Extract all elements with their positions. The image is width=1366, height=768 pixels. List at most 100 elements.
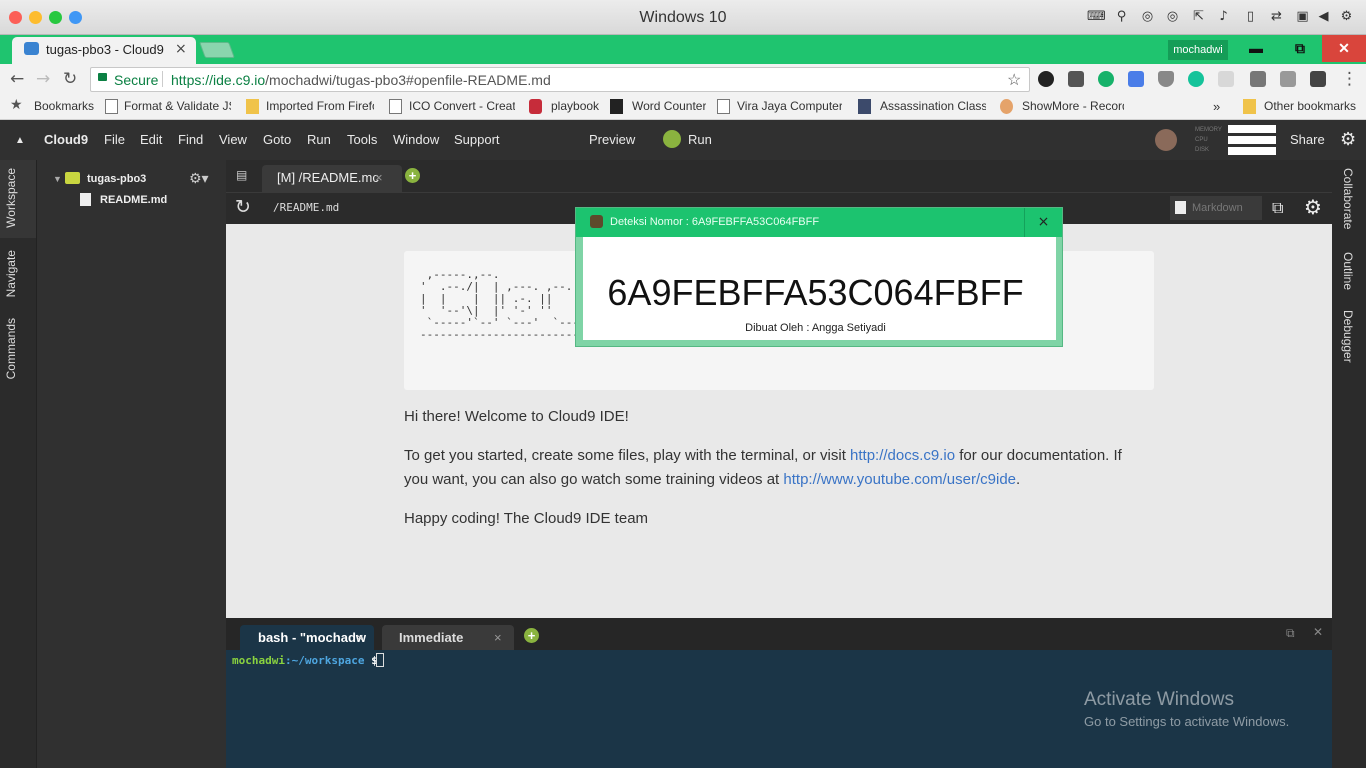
extension-pocket-icon[interactable] [1068, 71, 1084, 87]
window-restore-button[interactable]: ⧉ [1278, 35, 1322, 62]
tab-debugger[interactable]: Debugger [1341, 310, 1355, 363]
meter-label: DISK [1195, 147, 1210, 153]
back-arrow-icon[interactable]: ← [10, 69, 24, 89]
activate-title: Activate Windows [1084, 689, 1234, 710]
profile-button[interactable]: mochadwi [1168, 40, 1228, 60]
avatar[interactable] [1155, 129, 1177, 151]
refresh-icon[interactable]: ↻ [235, 196, 251, 218]
preview-button[interactable]: Preview [589, 132, 635, 147]
bookmark-item[interactable]: Format & Validate JS [124, 99, 231, 113]
extension-translate-icon[interactable] [1128, 71, 1144, 87]
tabs-menu-icon[interactable]: ▤ [236, 168, 247, 182]
bookmark-item[interactable]: playbook [551, 99, 599, 113]
page-icon [389, 99, 402, 114]
menu-window[interactable]: Window [393, 132, 439, 147]
phone-icon[interactable]: ▯ [1242, 8, 1259, 25]
bookmark-item[interactable]: Bookmarks [34, 99, 94, 113]
share-screen-icon[interactable]: ⇄ [1268, 8, 1285, 25]
dialog-close-button[interactable]: × [1024, 208, 1062, 237]
settings-gear-icon[interactable]: ⚙ [1338, 8, 1355, 25]
folder-icon [65, 172, 80, 184]
bookmark-item[interactable]: Word Counter [632, 99, 706, 113]
menu-find[interactable]: Find [178, 132, 203, 147]
extension-ninja-icon[interactable] [1038, 71, 1054, 87]
menu-cloud9[interactable]: Cloud9 [44, 132, 88, 147]
popout-icon[interactable]: ⧉ [1272, 198, 1283, 218]
run-play-icon[interactable] [663, 130, 681, 148]
editor-path[interactable]: /README.md [273, 201, 339, 214]
cursor-icon[interactable]: ⇱ [1190, 8, 1207, 25]
cd-icon[interactable]: ◎ [1139, 8, 1156, 25]
tab-close-icon[interactable]: × [175, 41, 187, 57]
new-tab-button[interactable] [199, 42, 235, 58]
menu-run[interactable]: Run [307, 132, 331, 147]
window-minimize-button[interactable]: ▬ [1234, 35, 1278, 62]
extension-grammarly-icon[interactable] [1188, 71, 1204, 87]
extension-cast-icon[interactable] [1218, 71, 1234, 87]
add-tab-plus-icon[interactable]: + [405, 168, 420, 183]
tree-settings-gear-icon[interactable]: ⚙▾ [189, 171, 209, 187]
lock-icon[interactable] [98, 73, 107, 81]
tree-folder[interactable]: tugas-pbo3 [87, 173, 146, 185]
docs-link[interactable]: http://docs.c9.io [850, 447, 955, 464]
tab-commands[interactable]: Commands [4, 318, 18, 379]
closing-text: Happy coding! The Cloud9 IDE team [404, 510, 649, 527]
speaker-icon[interactable]: ♪ [1215, 8, 1232, 25]
menu-file[interactable]: File [104, 132, 125, 147]
bookmark-item[interactable]: ICO Convert - Create [409, 99, 515, 113]
url-text[interactable]: https://ide.c9.io/mochadwi/tugas-pbo3#op… [171, 72, 551, 88]
extension-eyedropper-icon[interactable] [1280, 71, 1296, 87]
bookmark-star-icon[interactable]: ☆ [1007, 70, 1021, 90]
screenshot-icon[interactable]: ▣ [1294, 8, 1311, 25]
disk-meter [1228, 147, 1276, 155]
bookmark-item[interactable]: Imported From Firefo [266, 99, 374, 113]
terminal-maximize-icon[interactable]: ⧉ [1286, 626, 1295, 641]
run-button[interactable]: Run [688, 132, 712, 147]
tab-navigate[interactable]: Navigate [4, 250, 18, 297]
share-button[interactable]: Share [1290, 132, 1325, 147]
preview-settings-gear-icon[interactable]: ⚙ [1304, 195, 1322, 219]
extension-m-icon[interactable] [1098, 71, 1114, 87]
terminal-tab-close-icon[interactable]: × [494, 630, 502, 645]
secure-label[interactable]: Secure [114, 72, 158, 88]
other-bookmarks[interactable]: Other bookmarks [1264, 99, 1356, 113]
usb-icon[interactable]: ⚲ [1113, 8, 1130, 25]
bookmarks-star-icon: ★ [10, 97, 23, 113]
extension-shield-icon[interactable] [1158, 71, 1174, 87]
menu-edit[interactable]: Edit [140, 132, 162, 147]
back-triangle-icon[interactable]: ◀ [1315, 8, 1332, 25]
bookmark-item[interactable]: Vira Jaya Computer ( [737, 99, 842, 113]
resource-meters[interactable] [1228, 125, 1276, 155]
collapse-triangle-icon[interactable]: ▲ [15, 135, 25, 146]
terminal-path: :~/workspace [284, 654, 365, 667]
forward-arrow-icon[interactable]: → [36, 69, 50, 89]
tree-file[interactable]: README.md [100, 194, 167, 206]
disc-icon[interactable]: ◎ [1164, 8, 1181, 25]
chrome-menu-icon[interactable]: ⋮ [1341, 69, 1358, 89]
terminal-tab-close-icon[interactable]: × [356, 630, 364, 645]
tab-collaborate[interactable]: Collaborate [1341, 168, 1355, 229]
youtube-link[interactable]: http://www.youtube.com/user/c9ide [783, 471, 1016, 488]
keyboard-icon[interactable]: ⌨ [1087, 8, 1106, 25]
intro-paragraph: To get you started, create some files, p… [404, 444, 1144, 492]
add-terminal-plus-icon[interactable]: + [524, 628, 539, 643]
menu-tools[interactable]: Tools [347, 132, 377, 147]
bookmarks-overflow-button[interactable]: » [1213, 99, 1220, 114]
menu-view[interactable]: View [219, 132, 247, 147]
extension-box-icon[interactable] [1250, 71, 1266, 87]
menu-support[interactable]: Support [454, 132, 500, 147]
window-close-button[interactable]: ✕ [1322, 35, 1366, 62]
mode-label: Markdown [1192, 202, 1243, 214]
ide-settings-gear-icon[interactable]: ⚙ [1340, 129, 1356, 150]
tab-outline[interactable]: Outline [1341, 252, 1355, 290]
tab-workspace[interactable]: Workspace [4, 168, 18, 228]
welcome-text: Hi there! Welcome to Cloud9 IDE! [404, 408, 629, 425]
folder-expand-icon[interactable]: ▼ [53, 174, 62, 184]
reload-icon[interactable]: ↻ [63, 69, 77, 89]
extension-dots-icon[interactable] [1310, 71, 1326, 87]
bookmark-item[interactable]: ShowMore - Record, [1022, 99, 1124, 113]
editor-tab-close-icon[interactable]: × [375, 170, 383, 185]
terminal-close-icon[interactable]: ✕ [1313, 625, 1323, 639]
menu-goto[interactable]: Goto [263, 132, 291, 147]
bookmark-item[interactable]: Assassination Classro [880, 99, 986, 113]
